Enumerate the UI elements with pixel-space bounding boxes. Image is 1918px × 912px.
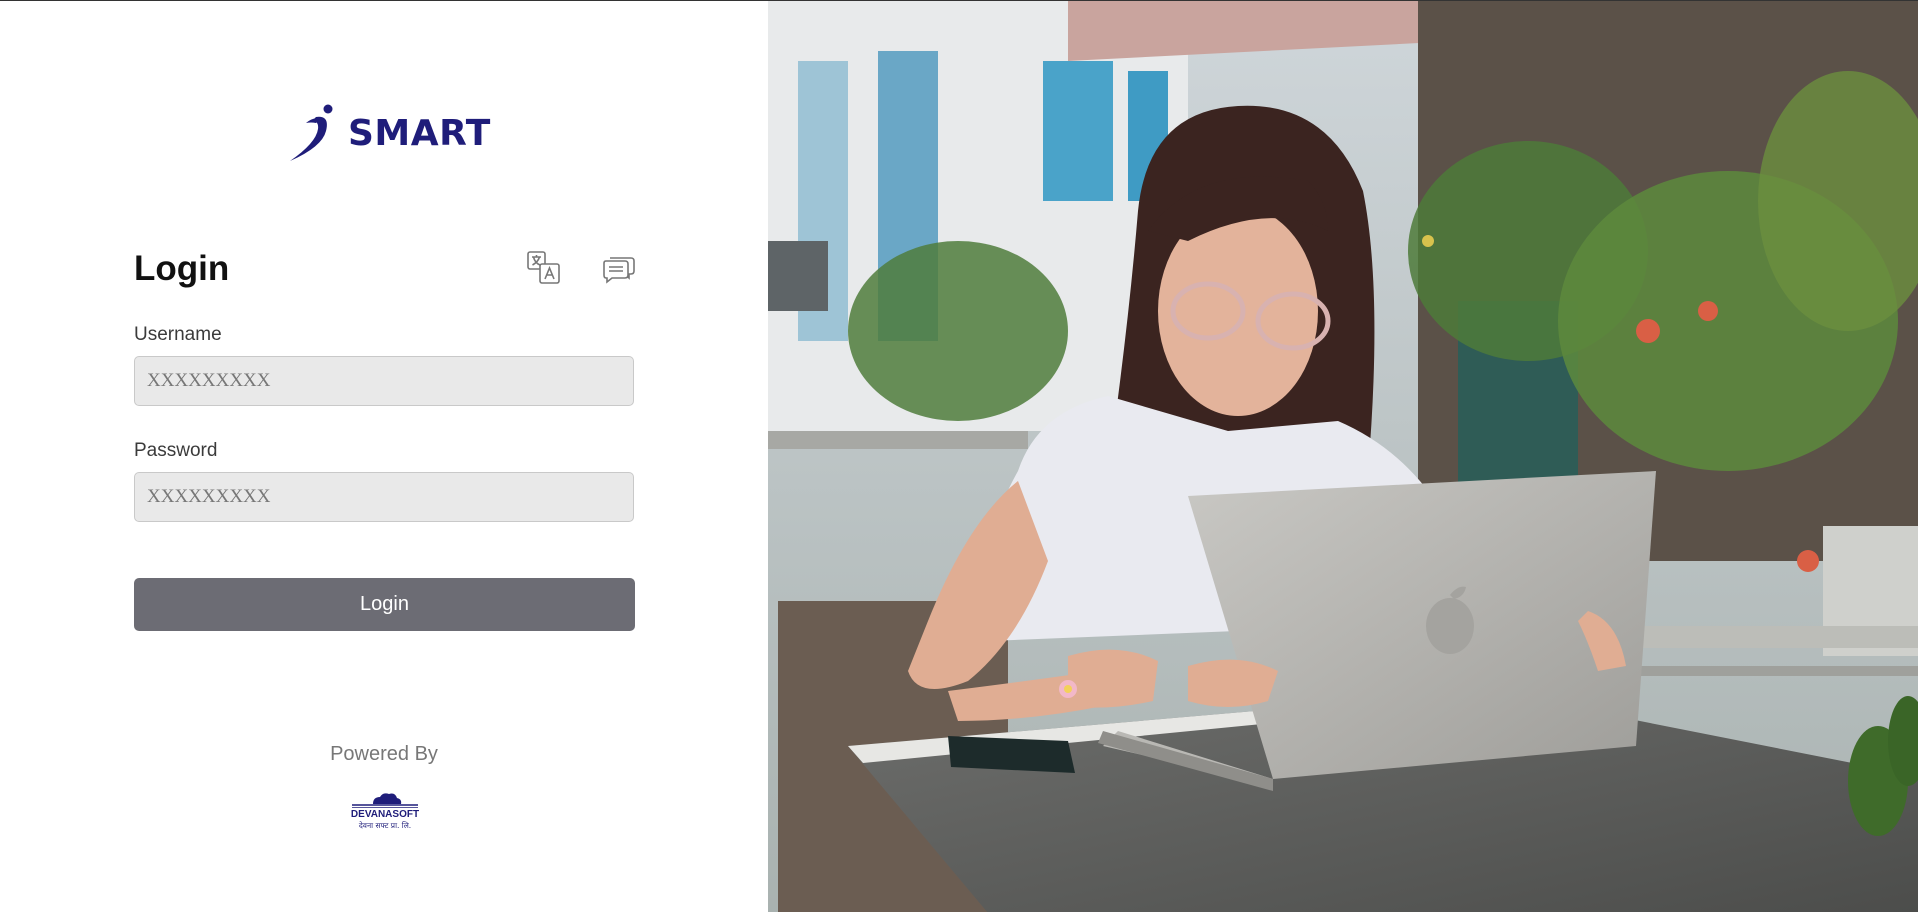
chat-icon[interactable] xyxy=(600,249,638,287)
brand-name: SMART xyxy=(348,112,491,154)
login-title: Login xyxy=(134,249,230,288)
login-button[interactable]: Login xyxy=(134,578,635,631)
smart-logo-mark xyxy=(290,104,333,161)
powered-by-text: Powered By xyxy=(330,743,438,765)
devanasoft-logo: DEVANASOFT देवना सफ्ट प्रा. लि. xyxy=(351,793,419,830)
password-label: Password xyxy=(134,440,218,461)
password-input[interactable] xyxy=(134,472,634,522)
hero-photo xyxy=(768,1,1918,912)
username-label: Username xyxy=(134,324,222,345)
hero-photo-panel xyxy=(768,1,1918,912)
smart-logo: SMART xyxy=(286,101,491,165)
login-page: SMART Login Username Password Login Powe… xyxy=(0,0,1918,912)
translate-icon[interactable] xyxy=(525,249,563,287)
login-panel: SMART Login Username Password Login Powe… xyxy=(0,1,768,912)
devanasoft-subtitle: देवना सफ्ट प्रा. लि. xyxy=(359,821,411,830)
devanasoft-name: DEVANASOFT xyxy=(351,809,419,820)
username-input[interactable] xyxy=(134,356,634,406)
